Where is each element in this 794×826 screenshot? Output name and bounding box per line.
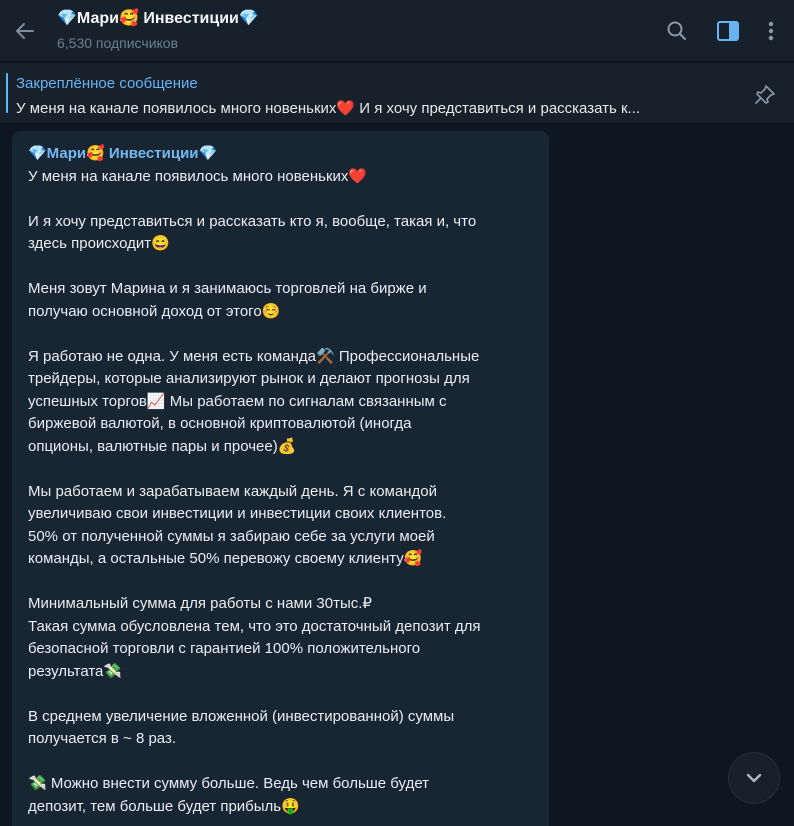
message-text: У меня на канале появилось много новеньк… bbox=[28, 166, 533, 819]
message-line: депозит, тем больше будет прибыль🤑 bbox=[28, 797, 300, 815]
message-line: здесь происходит😄 bbox=[28, 235, 170, 252]
message-line: 💸 Можно внести сумму больше. Ведь чем бо… bbox=[28, 775, 430, 792]
more-vertical-icon bbox=[768, 21, 774, 41]
message-line: получается в ~ 8 раз. bbox=[28, 730, 177, 747]
unpin-button[interactable] bbox=[750, 80, 780, 108]
subscriber-count: 6,530 подписчиков bbox=[57, 35, 179, 51]
message-line: Такая сумма обусловлена тем, что это дос… bbox=[28, 617, 481, 635]
message-line: Я работаю не одна. У меня есть команда⚒️… bbox=[28, 347, 480, 365]
message-line: успешных торгов📈 Мы работаем по сигналам… bbox=[28, 392, 447, 410]
message-line bbox=[28, 323, 533, 346]
message-line: результата💸 bbox=[28, 662, 123, 680]
arrow-left-icon bbox=[16, 23, 34, 39]
pinned-preview: У меня на канале появилось много новеньк… bbox=[16, 100, 641, 117]
message-line: биржевой валютой, в основной криптовалют… bbox=[28, 415, 412, 432]
message-line bbox=[28, 751, 533, 774]
message-author[interactable]: 💎Мари🥰 Инвестиции💎 bbox=[28, 143, 533, 166]
message-line: 50% от полученной суммы я забираю себе з… bbox=[28, 527, 435, 545]
message-body: 💎Мари🥰 Инвестиции💎 У меня на канале появ… bbox=[28, 143, 533, 818]
message-line: Минимальный сумма для работы с нами 30ты… bbox=[28, 595, 372, 612]
sidebar-toggle-icon bbox=[717, 21, 739, 41]
telegram-window: 💎Мари🥰 Инвестиции💎 6,530 подписчиков Зак… bbox=[0, 0, 794, 826]
pinned-accent-line bbox=[6, 73, 8, 113]
message-line: команды, а остальные 50% перевожу своему… bbox=[28, 550, 423, 567]
back-button[interactable] bbox=[10, 17, 40, 45]
message-line bbox=[28, 571, 533, 594]
message-line bbox=[28, 188, 533, 211]
message-line: получаю основной доход от этого☺️ bbox=[28, 302, 281, 320]
scroll-to-bottom-button[interactable] bbox=[728, 752, 780, 804]
message-line bbox=[28, 458, 533, 481]
message-line bbox=[28, 683, 533, 706]
search-button[interactable] bbox=[664, 18, 690, 44]
more-menu-button[interactable] bbox=[758, 18, 784, 44]
message-line: В среднем увеличение вложенной (инвестир… bbox=[28, 707, 455, 725]
message-line: Мы работаем и зарабатываем каждый день. … bbox=[28, 482, 437, 500]
message-line: безопасной торговли с гарантией 100% пол… bbox=[28, 640, 421, 657]
pinned-message-bar[interactable]: Закреплённое сообщение У меня на канале … bbox=[0, 63, 794, 124]
chevron-down-icon bbox=[746, 773, 762, 783]
channel-title[interactable]: 💎Мари🥰 Инвестиции💎 bbox=[57, 8, 259, 28]
pinned-title: Закреплённое сообщение bbox=[16, 75, 198, 92]
unpin-icon bbox=[755, 85, 775, 104]
message-line: опционы, валютные пары и прочее)💰 bbox=[28, 437, 297, 455]
message-line: И я хочу представиться и рассказать кто … bbox=[28, 212, 477, 230]
message-line bbox=[28, 256, 533, 279]
message-line: увеличиваю свои инвестиции и инвестиции … bbox=[28, 505, 447, 522]
chat-header: 💎Мари🥰 Инвестиции💎 6,530 подписчиков bbox=[0, 0, 794, 62]
message-line: Меня зовут Марина и я занимаюсь торговле… bbox=[28, 280, 427, 297]
search-icon bbox=[667, 21, 686, 40]
message-line: трейдеры, которые анализируют рынок и де… bbox=[28, 370, 470, 387]
message-line: У меня на канале появилось много новеньк… bbox=[28, 167, 368, 185]
sidebar-toggle-button[interactable] bbox=[715, 18, 741, 44]
